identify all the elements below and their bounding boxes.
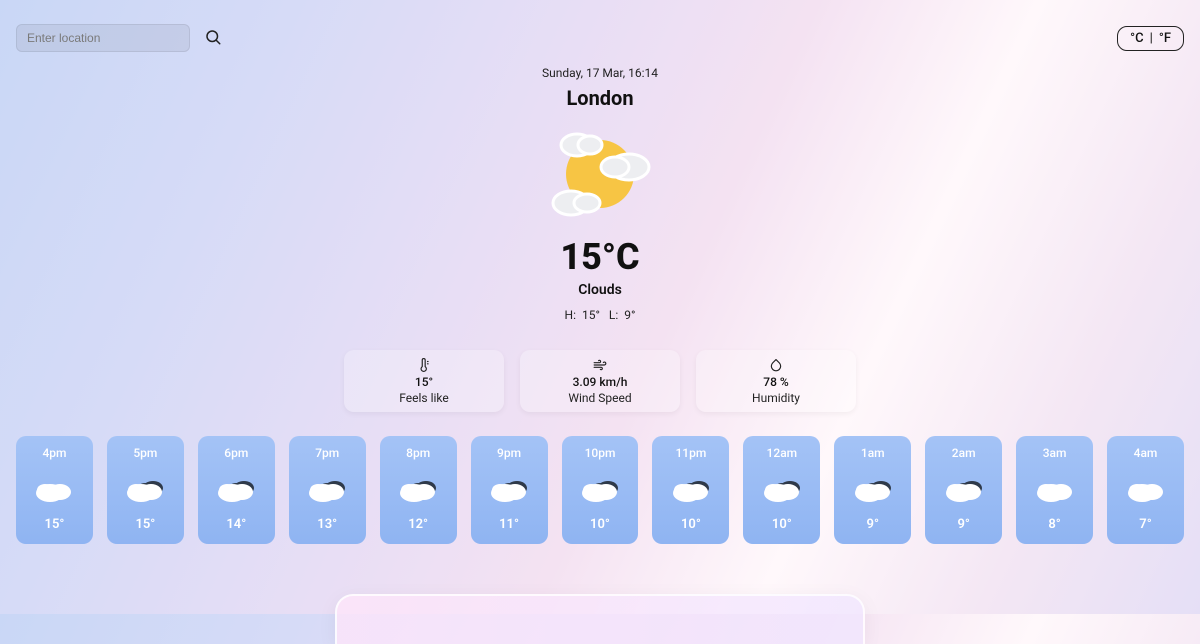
hourly-time: 10pm (585, 446, 616, 460)
current-temperature: 15°C (0, 236, 1200, 278)
hourly-temp: 10° (772, 517, 792, 532)
cloud-dark-icon (305, 474, 349, 504)
high-value: 15° (582, 308, 600, 322)
search-icon (204, 34, 222, 49)
hourly-temp: 10° (681, 517, 701, 532)
metrics-row: 15° Feels like 3.09 km/h Wind Speed 78 %… (344, 350, 856, 412)
hourly-time: 4am (1134, 446, 1158, 460)
metric-label: Feels like (399, 391, 449, 405)
hourly-card[interactable]: 4am 7° (1107, 436, 1184, 544)
search-input[interactable] (16, 24, 190, 52)
hourly-temp: 13° (317, 517, 337, 532)
current-date: Sunday, 17 Mar, 16:14 (0, 66, 1200, 80)
hourly-card[interactable]: 7pm 13° (289, 436, 366, 544)
cloud-dark-icon (214, 474, 258, 504)
low-value: 9° (624, 308, 635, 322)
cloud-icon (1124, 474, 1168, 504)
hourly-card[interactable]: 9pm 11° (471, 436, 548, 544)
hourly-time: 4pm (42, 446, 66, 460)
hourly-time: 8pm (406, 446, 430, 460)
cloud-dark-icon (851, 474, 895, 504)
hourly-temp: 9° (867, 517, 879, 532)
hourly-time: 12am (767, 446, 798, 460)
hourly-temp: 12° (408, 517, 428, 532)
cloud-icon (32, 474, 76, 504)
search-container (16, 24, 224, 52)
metric-label: Wind Speed (568, 391, 631, 405)
hourly-temp: 15° (45, 517, 65, 532)
forecast-card-peek (335, 594, 865, 644)
hourly-time: 1am (861, 446, 885, 460)
metric-value: 3.09 km/h (573, 375, 628, 389)
hourly-time: 11pm (675, 446, 706, 460)
metric-label: Humidity (752, 391, 800, 405)
cloud-dark-icon (578, 474, 622, 504)
current-hilo: H: 15° L: 9° (0, 308, 1200, 322)
hourly-time: 2am (952, 446, 976, 460)
metric-wind-speed: 3.09 km/h Wind Speed (520, 350, 680, 412)
high-label: H: (565, 308, 576, 322)
wind-icon (593, 357, 607, 371)
unit-fahrenheit[interactable]: °F (1159, 31, 1171, 46)
hourly-temp: 7° (1139, 517, 1151, 532)
hourly-time: 7pm (315, 446, 339, 460)
unit-toggle[interactable]: °C | °F (1117, 26, 1184, 51)
hourly-card[interactable]: 11pm 10° (652, 436, 729, 544)
metric-feels-like: 15° Feels like (344, 350, 504, 412)
hourly-card[interactable]: 5pm 15° (107, 436, 184, 544)
hourly-card[interactable]: 3am 8° (1016, 436, 1093, 544)
hourly-time: 9pm (497, 446, 521, 460)
search-button[interactable] (202, 26, 224, 51)
droplet-icon (769, 357, 783, 371)
hourly-temp: 10° (590, 517, 610, 532)
hourly-temp: 9° (957, 517, 969, 532)
hourly-card[interactable]: 6pm 14° (198, 436, 275, 544)
hourly-card[interactable]: 12am 10° (743, 436, 820, 544)
metric-value: 78 % (763, 375, 788, 389)
metric-humidity: 78 % Humidity (696, 350, 856, 412)
hourly-card[interactable]: 2am 9° (925, 436, 1002, 544)
current-weather-icon (535, 124, 665, 224)
hourly-card[interactable]: 4pm 15° (16, 436, 93, 544)
hourly-card[interactable]: 8pm 12° (380, 436, 457, 544)
cloud-dark-icon (123, 474, 167, 504)
cloud-dark-icon (942, 474, 986, 504)
unit-divider: | (1150, 31, 1153, 46)
hourly-card[interactable]: 1am 9° (834, 436, 911, 544)
hourly-forecast: 4pm 15° 5pm 15° 6pm 14° 7pm 13° 8pm 12° 9pm 11° 10pm… (16, 436, 1184, 544)
thermometer-icon (417, 357, 431, 371)
unit-celsius[interactable]: °C (1130, 31, 1143, 46)
hourly-time: 6pm (224, 446, 248, 460)
hourly-temp: 14° (226, 517, 246, 532)
current-condition: Clouds (0, 282, 1200, 298)
current-city: London (0, 86, 1200, 110)
hourly-temp: 8° (1048, 517, 1060, 532)
hourly-temp: 11° (499, 517, 519, 532)
hourly-time: 3am (1043, 446, 1067, 460)
current-weather: Sunday, 17 Mar, 16:14 London 15°C Clouds (0, 66, 1200, 322)
cloud-dark-icon (487, 474, 531, 504)
low-label: L: (609, 308, 618, 322)
cloud-dark-icon (760, 474, 804, 504)
cloud-icon (1033, 474, 1077, 504)
hourly-temp: 15° (135, 517, 155, 532)
hourly-card[interactable]: 10pm 10° (562, 436, 639, 544)
cloud-dark-icon (669, 474, 713, 504)
cloud-dark-icon (396, 474, 440, 504)
hourly-time: 5pm (133, 446, 157, 460)
metric-value: 15° (415, 375, 433, 389)
